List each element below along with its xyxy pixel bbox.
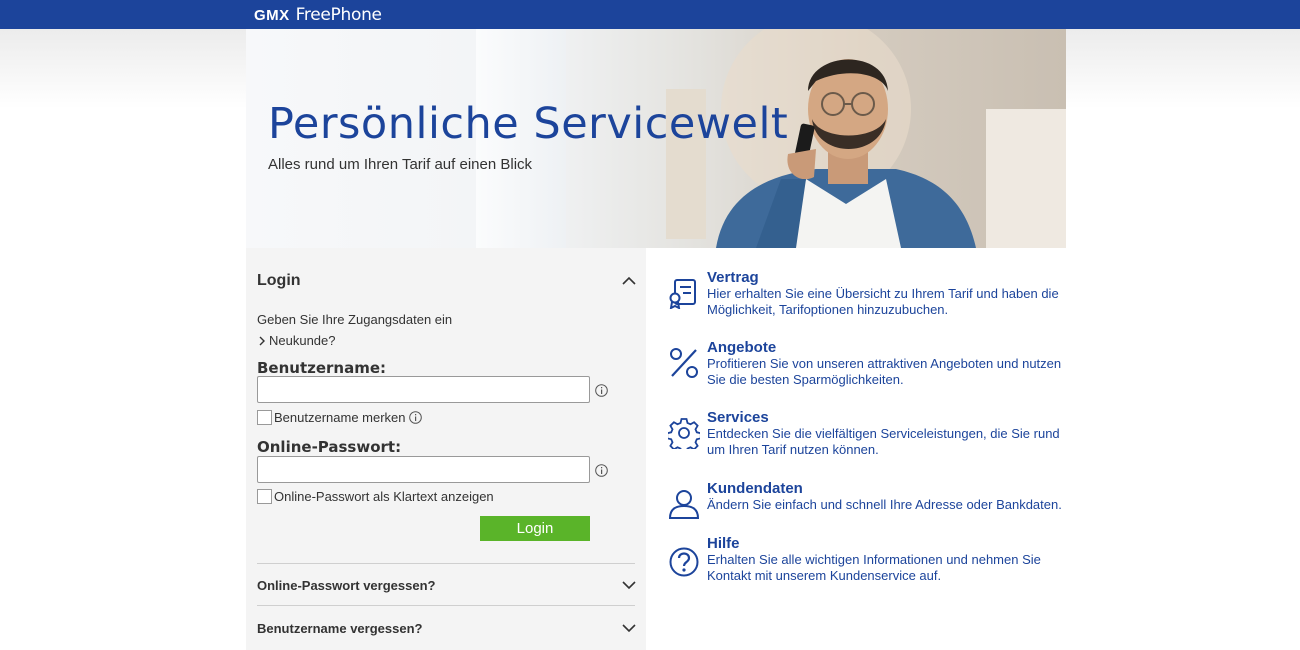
username-input[interactable] [257,376,590,403]
show-password-label: Online-Passwort als Klartext anzeigen [274,489,494,504]
feature-title: Angebote [707,339,777,356]
forgot-username-label: Benutzername vergessen? [257,621,423,636]
remember-username-label: Benutzername merken [274,410,406,425]
login-button[interactable]: Login [480,516,590,541]
feature-title: Services [707,409,769,426]
new-customer-link[interactable]: Neukunde? [257,333,336,348]
user-icon [668,490,700,519]
show-password-row[interactable]: Online-Passwort als Klartext anzeigen [257,489,494,504]
feature-description: Hier erhalten Sie eine Übersicht zu Ihre… [707,286,1059,317]
feature-title: Kundendaten [707,480,803,497]
help-icon [669,547,699,577]
chevron-down-icon [622,581,636,590]
chevron-up-icon[interactable] [622,274,636,288]
show-password-checkbox[interactable] [257,489,272,504]
feature-title: Vertrag [707,269,759,286]
password-label: Online-Passwort: [257,438,402,456]
gear-icon [668,418,700,449]
percent-icon [670,348,698,378]
feature-title: Hilfe [707,535,740,552]
login-intro-text: Geben Sie Ihre Zugangsdaten ein [257,312,453,327]
info-icon[interactable] [595,384,608,397]
brand-logo[interactable]: GMX FreePhone [254,5,382,25]
forgot-password-label: Online-Passwort vergessen? [257,578,436,593]
feature-description: Ändern Sie einfach und schnell Ihre Adre… [707,497,1062,512]
info-icon[interactable] [595,464,608,477]
username-label: Benutzername: [257,359,387,377]
product-name: FreePhone [295,5,382,25]
new-customer-label: Neukunde? [269,333,336,348]
feature-description: Erhalten Sie alle wichtigen Informatione… [707,552,1041,583]
hero-subtitle: Alles rund um Ihren Tarif auf einen Blic… [268,156,533,173]
hero-title: Persönliche Servicewelt [268,99,789,149]
feature-description: Entdecken Sie die vielfältigen Servicele… [707,426,1060,457]
chevron-right-icon [259,336,265,345]
remember-username-checkbox[interactable] [257,410,272,425]
hero-banner: Persönliche Servicewelt Alles rund um Ih… [246,29,1066,248]
divider [257,605,635,606]
password-input[interactable] [257,456,590,483]
forgot-password-toggle[interactable]: Online-Passwort vergessen? [257,578,636,593]
login-heading: Login [257,272,301,289]
remember-username-row[interactable]: Benutzername merken [257,410,422,425]
divider [257,563,635,564]
login-panel: Login Geben Sie Ihre Zugangsdaten ein Ne… [246,248,646,650]
info-icon[interactable] [408,411,422,424]
contract-icon [669,279,696,309]
brand-name: GMX [254,6,290,24]
top-bar: GMX FreePhone [0,0,1300,29]
feature-description: Profitieren Sie von unseren attraktiven … [707,356,1062,387]
chevron-down-icon [622,624,636,633]
forgot-username-toggle[interactable]: Benutzername vergessen? [257,621,636,636]
